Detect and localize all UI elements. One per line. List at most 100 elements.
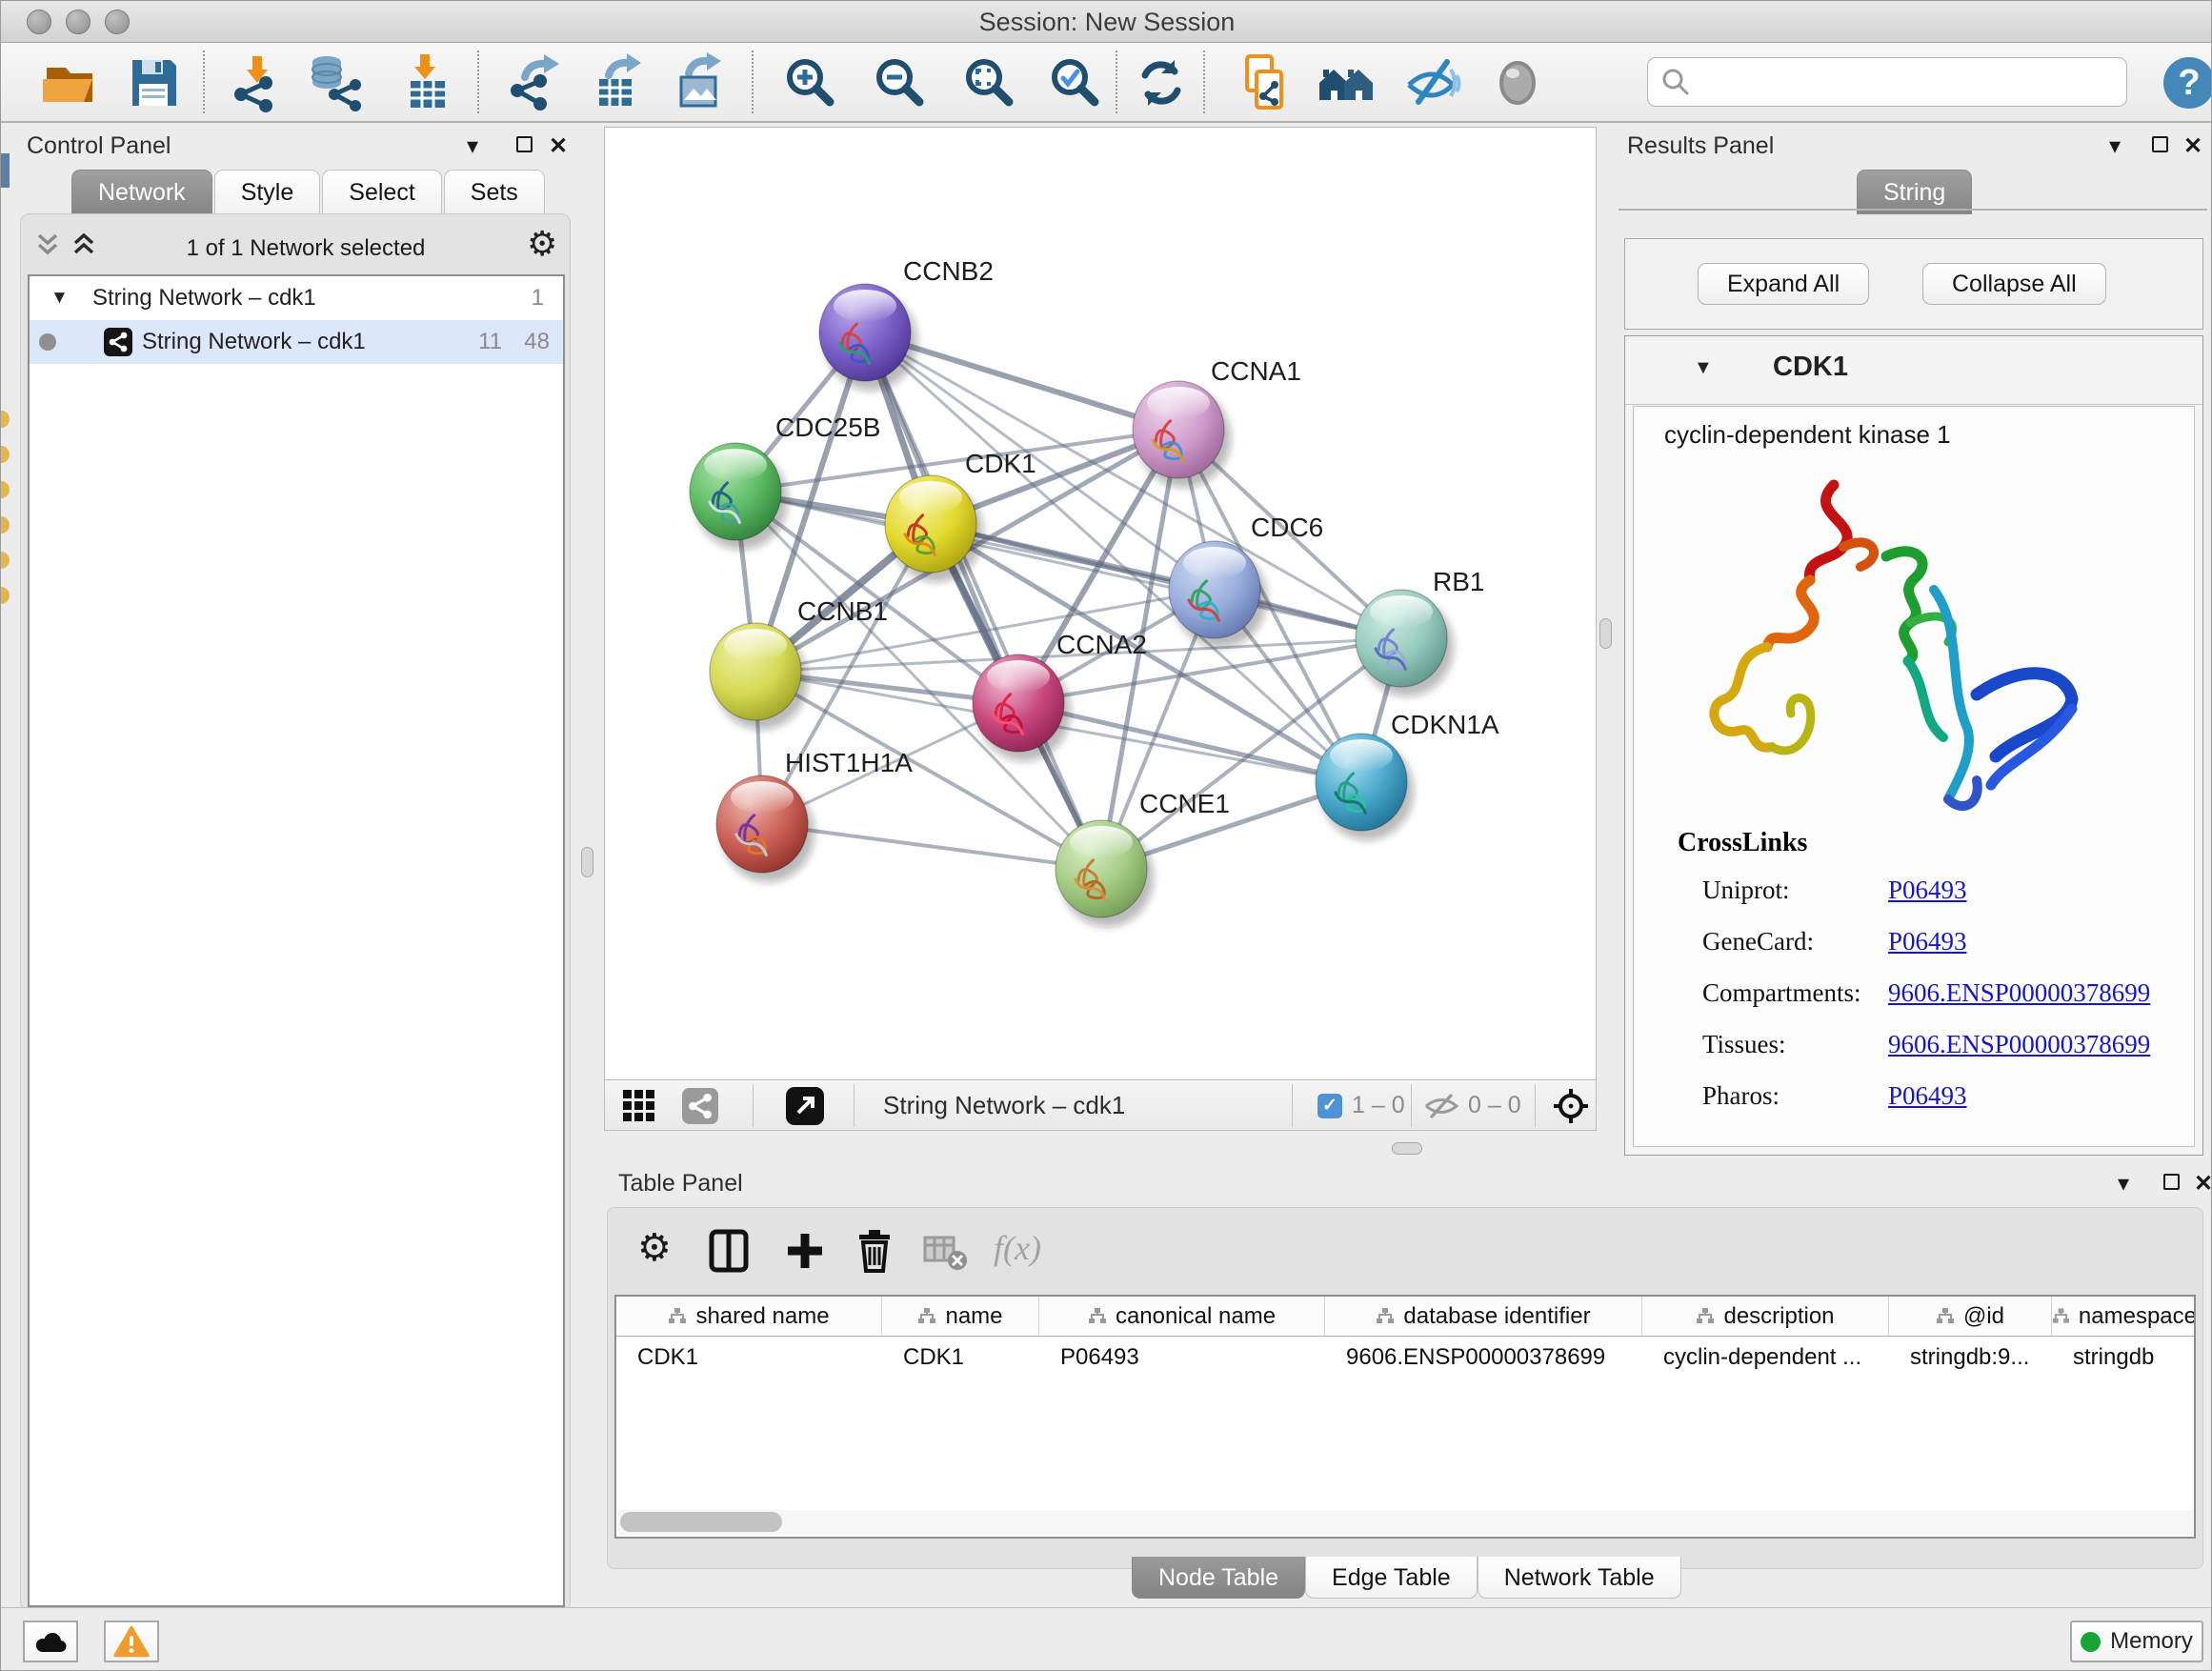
table-header-row: shared namenamecanonical namedatabase id… [616, 1297, 2194, 1337]
network-canvas[interactable]: CCNB2CCNA1CDC25BCDK1CDC6RB1CCNB1CCNA2CDK… [604, 127, 1597, 1080]
network-collection-row[interactable]: ▼ String Network – cdk1 1 [30, 276, 563, 320]
zoom-out-icon[interactable] [870, 52, 931, 113]
tab-style[interactable]: Style [214, 170, 321, 214]
tab-network[interactable]: Network [71, 170, 212, 214]
tab-edge-table[interactable]: Edge Table [1305, 1557, 1478, 1599]
control-panel-menu-icon[interactable]: ▾ [467, 132, 478, 160]
network-node-CCNA1[interactable] [1133, 381, 1231, 488]
tab-sets[interactable]: Sets [444, 170, 545, 214]
background-dot [0, 481, 10, 498]
import-network-file-icon[interactable] [230, 52, 291, 113]
horizontal-scrollbar[interactable] [618, 1510, 2192, 1535]
memory-button[interactable]: Memory [2070, 1621, 2203, 1662]
refresh-icon[interactable] [1131, 52, 1192, 113]
import-table-file-icon[interactable] [397, 52, 458, 113]
tab-select[interactable]: Select [322, 170, 441, 214]
open-session-file-icon[interactable] [1236, 52, 1297, 113]
eye-icon[interactable] [1487, 52, 1548, 113]
collapse-all-button[interactable]: Collapse All [1922, 263, 2106, 305]
table-cell[interactable]: CDK1 [882, 1344, 1039, 1371]
network-share-view-icon[interactable] [682, 1088, 718, 1124]
show-hide-icon[interactable] [1401, 52, 1462, 113]
table-panel-menu-icon[interactable]: ▾ [2118, 1170, 2129, 1198]
open-session-icon[interactable] [39, 52, 100, 113]
table-cell[interactable]: CDK1 [616, 1344, 882, 1371]
network-edge-CCNB2-CCNE1[interactable] [865, 332, 1101, 869]
results-panel-close-icon[interactable]: ✕ [2183, 132, 2202, 160]
crosslink-link[interactable]: 9606.ENSP00000378699 [1888, 1030, 2150, 1059]
grid-view-icon[interactable] [622, 1089, 656, 1123]
table-panel-close-icon[interactable]: ✕ [2194, 1170, 2212, 1198]
export-table-icon[interactable] [588, 52, 649, 113]
results-panel-float-icon[interactable] [2152, 136, 2168, 152]
zoom-fit-icon[interactable] [959, 52, 1020, 113]
network-node-RB1[interactable] [1356, 590, 1454, 696]
protein-header-row[interactable]: ▼ CDK1 [1625, 336, 2202, 405]
column-header-canonical-name[interactable]: canonical name [1039, 1297, 1325, 1336]
table-cell[interactable]: P06493 [1039, 1344, 1325, 1371]
table-destroy-icon[interactable] [923, 1234, 969, 1272]
network-node-CCNA2[interactable] [973, 654, 1071, 761]
zoom-in-icon[interactable] [780, 52, 841, 113]
crosshair-icon[interactable] [1552, 1087, 1590, 1125]
table-function-icon[interactable]: f(x) [994, 1228, 1041, 1268]
tab-node-table[interactable]: Node Table [1132, 1557, 1305, 1599]
crosslink-link[interactable]: P06493 [1888, 1081, 1967, 1111]
column-header-shared-name[interactable]: shared name [616, 1297, 882, 1336]
table-cell[interactable]: stringdb:9... [1889, 1344, 2052, 1371]
network-row-selected[interactable]: String Network – cdk1 11 48 [30, 320, 563, 364]
table-row[interactable]: CDK1CDK1P064939606.ENSP00000378699cyclin… [616, 1337, 2194, 1379]
cloud-button[interactable] [23, 1621, 78, 1662]
table-delete-row-icon[interactable] [855, 1228, 895, 1274]
save-session-icon[interactable] [123, 52, 184, 113]
table-add-icon[interactable] [784, 1230, 826, 1272]
import-network-database-icon[interactable] [306, 52, 367, 113]
search-input[interactable] [1699, 61, 2126, 103]
splitter-handle-bottom[interactable] [1392, 1142, 1422, 1155]
control-panel-close-icon[interactable]: ✕ [549, 132, 568, 160]
help-icon[interactable]: ? [2159, 52, 2212, 113]
splitter-handle-right[interactable] [1599, 618, 1612, 649]
tab-network-table[interactable]: Network Table [1478, 1557, 1681, 1599]
crosslink-link[interactable]: 9606.ENSP00000378699 [1888, 978, 2150, 1008]
network-node-CDK1[interactable] [885, 475, 983, 582]
splitter-handle-left[interactable] [581, 847, 593, 877]
export-network-icon[interactable] [506, 52, 567, 113]
network-node-CDC25B[interactable] [690, 443, 788, 550]
results-panel-menu-icon[interactable]: ▾ [2109, 132, 2121, 160]
table-gear-icon[interactable]: ⚙ [637, 1226, 672, 1270]
collapse-triangle-icon[interactable]: ▼ [50, 276, 69, 320]
table-panel-float-icon[interactable] [2163, 1174, 2180, 1190]
network-node-CCNE1[interactable] [1056, 820, 1154, 927]
crosslink-link[interactable]: P06493 [1888, 927, 1967, 956]
column-header-@id[interactable]: @id [1889, 1297, 2052, 1336]
scrollbar-thumb[interactable] [620, 1512, 782, 1532]
zoom-selected-icon[interactable] [1045, 52, 1106, 113]
column-header-database-identifier[interactable]: database identifier [1325, 1297, 1642, 1336]
network-node-HIST1H1A[interactable] [716, 775, 814, 882]
collapse-all-icon[interactable] [33, 230, 62, 260]
network-node-CDKN1A[interactable] [1316, 734, 1414, 840]
table-columns-icon[interactable] [708, 1228, 750, 1274]
table-cell[interactable]: cyclin-dependent ... [1642, 1344, 1889, 1371]
column-header-description[interactable]: description [1642, 1297, 1889, 1336]
network-node-CDC6[interactable] [1169, 541, 1267, 648]
column-header-namespace[interactable]: namespace [2052, 1297, 2196, 1336]
collapse-triangle-icon[interactable]: ▼ [1694, 357, 1713, 379]
expand-all-button[interactable]: Expand All [1698, 263, 1869, 305]
birdseye-view-icon[interactable] [786, 1087, 824, 1125]
column-header-name[interactable]: name [882, 1297, 1039, 1336]
warning-button[interactable] [104, 1621, 159, 1662]
export-image-icon[interactable] [668, 52, 729, 113]
home-icon[interactable] [1316, 52, 1377, 113]
crosslink-link[interactable]: P06493 [1888, 876, 1967, 905]
tab-string[interactable]: String [1857, 170, 1972, 214]
selected-checkbox-icon[interactable]: ✓ [1317, 1094, 1342, 1118]
table-cell[interactable]: stringdb [2052, 1344, 2196, 1371]
gear-icon[interactable]: ⚙ [527, 224, 557, 264]
network-node-CCNB2[interactable] [819, 284, 917, 391]
hidden-eye-slash-icon[interactable] [1422, 1093, 1460, 1119]
control-panel-float-icon[interactable] [516, 136, 533, 152]
expand-all-icon[interactable] [70, 230, 98, 260]
table-cell[interactable]: 9606.ENSP00000378699 [1325, 1344, 1642, 1371]
